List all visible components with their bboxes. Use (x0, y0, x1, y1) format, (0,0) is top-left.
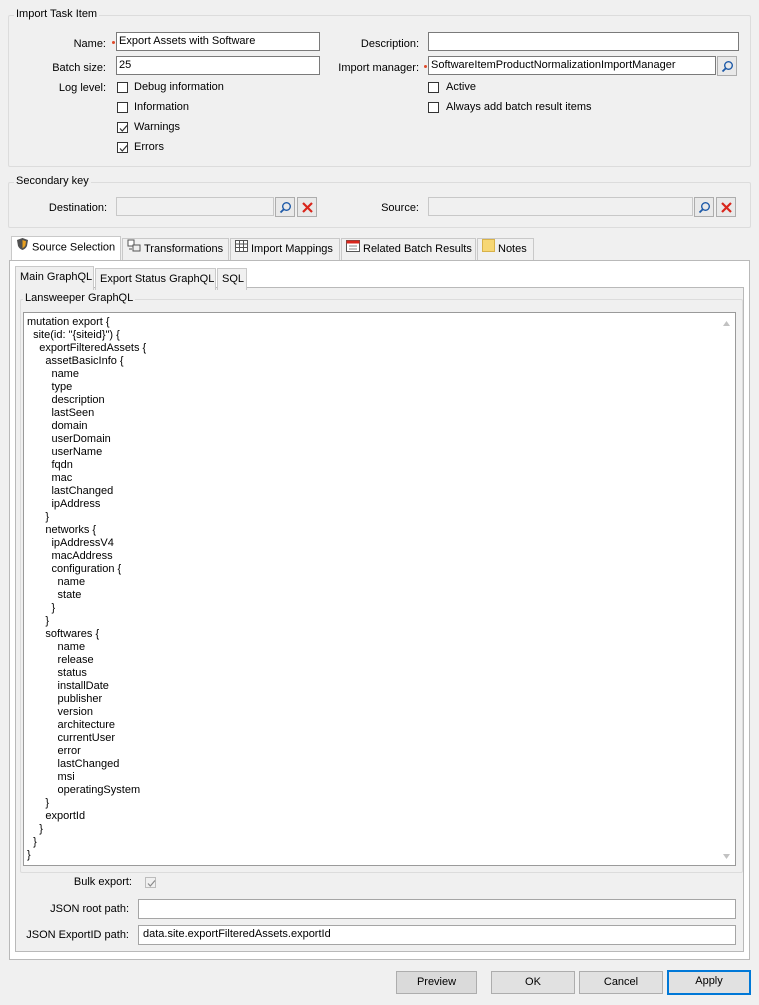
tab-transformations[interactable]: Transformations (122, 238, 229, 260)
apply-button[interactable]: Apply (667, 970, 751, 995)
subtab-main-graphql[interactable]: Main GraphQL (15, 266, 94, 290)
subtab-main-graphql-label: Main GraphQL (20, 271, 93, 283)
source-label: Source: (381, 202, 419, 214)
batch-size-label: Batch size: (52, 62, 106, 74)
delete-icon (302, 202, 313, 213)
json-exportid-path-label: JSON ExportID path: (26, 929, 129, 941)
tab-notes[interactable]: Notes (477, 238, 534, 260)
subtab-export-status-graphql-label: Export Status GraphQL (100, 273, 215, 285)
always-add-batch-label: Always add batch result items (446, 101, 592, 113)
bulk-export-checkbox[interactable] (145, 877, 156, 888)
checkmark-icon (119, 145, 128, 152)
transform-icon (127, 239, 141, 259)
active-label: Active (446, 81, 476, 93)
name-label: Name: (73, 38, 106, 50)
source-clear-button[interactable] (716, 197, 736, 217)
log-warnings-label: Warnings (134, 121, 181, 133)
search-icon (721, 61, 733, 73)
tab-import-mappings[interactable]: Import Mappings (230, 238, 340, 260)
name-required-marker (112, 41, 115, 44)
description-label: Description: (360, 38, 419, 50)
tab-source-selection[interactable]: Source Selection (11, 236, 121, 260)
log-level-label: Log level: (58, 82, 106, 94)
grid-icon (235, 239, 248, 259)
import-manager-required-marker (424, 65, 427, 68)
log-debug-checkbox[interactable] (117, 82, 128, 93)
tab-related-batch-results[interactable]: Related Batch Results (341, 238, 476, 260)
tab-related-batch-results-label: Related Batch Results (363, 243, 472, 255)
destination-search-button[interactable] (275, 197, 295, 217)
description-field[interactable] (428, 32, 739, 51)
json-root-path-field[interactable] (138, 899, 736, 919)
secondary-key-group-title: Secondary key (14, 175, 91, 187)
log-information-label: Information (134, 101, 190, 113)
shield-icon (16, 237, 29, 258)
destination-field[interactable] (116, 197, 274, 216)
graphql-group-title: Lansweeper GraphQL (23, 292, 136, 304)
source-field[interactable] (428, 197, 693, 216)
graphql-query-editor[interactable]: mutation export { site(id: "{siteid}") {… (23, 312, 736, 866)
import-manager-search-button[interactable] (717, 56, 737, 76)
scroll-up-icon[interactable] (722, 319, 731, 328)
delete-icon (721, 202, 732, 213)
ok-button[interactable]: OK (491, 971, 575, 994)
json-root-path-label: JSON root path: (50, 903, 129, 915)
name-field[interactable]: Export Assets with Software (116, 32, 320, 51)
note-icon (482, 239, 495, 259)
subtab-sql[interactable]: SQL (217, 268, 247, 290)
source-search-button[interactable] (694, 197, 714, 217)
graphql-query-text: mutation export { site(id: "{siteid}") {… (27, 316, 147, 861)
import-manager-label: Import manager: (338, 62, 419, 74)
tab-import-mappings-label: Import Mappings (251, 243, 333, 255)
cancel-button[interactable]: Cancel (579, 971, 663, 994)
active-checkbox[interactable] (428, 82, 439, 93)
log-debug-label: Debug information (134, 81, 224, 93)
tab-transformations-label: Transformations (144, 243, 224, 255)
bulk-export-label: Bulk export: (73, 876, 132, 888)
always-add-batch-checkbox[interactable] (428, 102, 439, 113)
log-errors-label: Errors (134, 141, 164, 153)
subtab-sql-label: SQL (222, 273, 245, 285)
import-task-group-title: Import Task Item (14, 8, 100, 20)
tab-notes-label: Notes (498, 243, 527, 255)
preview-button[interactable]: Preview (396, 971, 477, 994)
search-icon (698, 202, 710, 214)
log-errors-checkbox[interactable] (117, 142, 128, 153)
scroll-down-icon[interactable] (722, 852, 731, 861)
batch-size-field[interactable]: 25 (116, 56, 320, 75)
destination-label: Destination: (48, 202, 107, 214)
log-warnings-checkbox[interactable] (117, 122, 128, 133)
tab-source-selection-label: Source Selection (32, 241, 116, 254)
checkmark-icon (147, 880, 156, 887)
batch-icon (346, 239, 360, 259)
log-information-checkbox[interactable] (117, 102, 128, 113)
search-icon (279, 202, 291, 214)
destination-clear-button[interactable] (297, 197, 317, 217)
json-exportid-path-field[interactable]: data.site.exportFilteredAssets.exportId (138, 925, 736, 945)
editor-scrollbar[interactable] (718, 313, 735, 865)
import-manager-field[interactable]: SoftwareItemProductNormalizationImportMa… (428, 56, 716, 75)
checkmark-icon (119, 125, 128, 132)
subtab-export-status-graphql[interactable]: Export Status GraphQL (95, 268, 216, 290)
